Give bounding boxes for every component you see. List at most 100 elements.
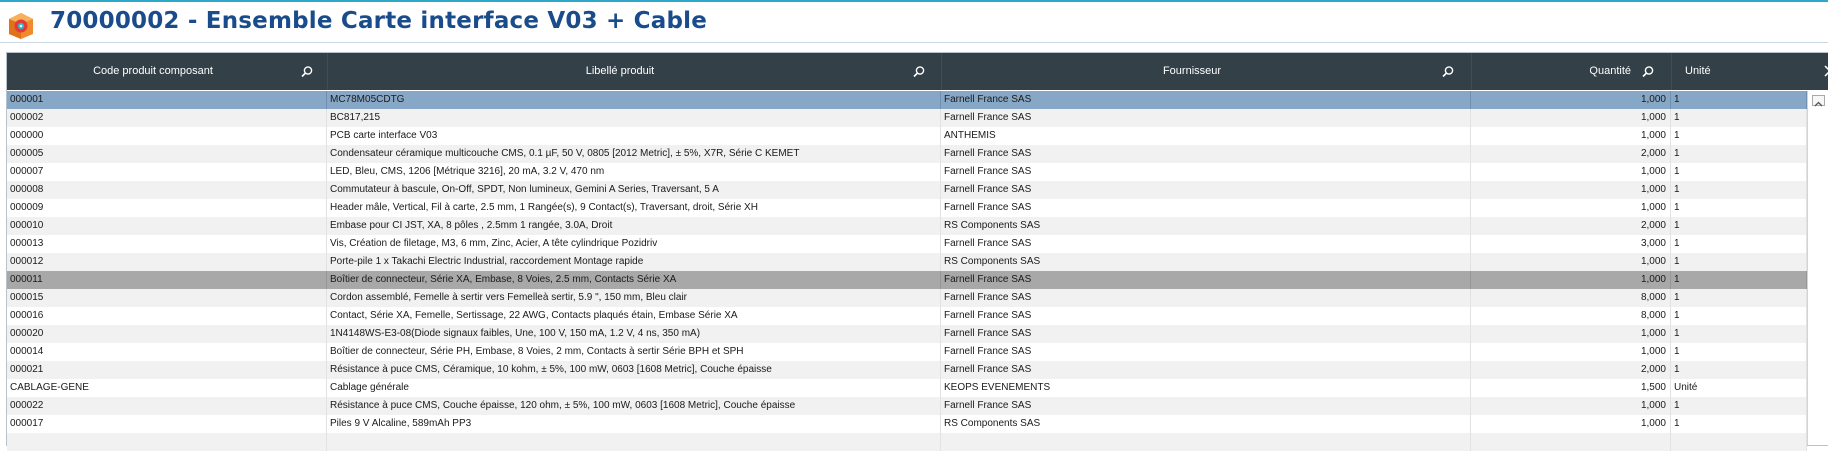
cell-fournisseur: Farnell France SAS — [941, 235, 1471, 253]
cell-unite: 1 — [1671, 271, 1807, 289]
table-row[interactable]: 000016 Contact, Série XA, Femelle, Sertis… — [7, 307, 1807, 325]
table-row[interactable]: CABLAGE-GENE Cablage générale KEOPS EVENEM… — [7, 379, 1807, 397]
cell-code: 000022 — [7, 397, 327, 415]
table-row[interactable]: 000010 Embase pour CI JST, XA, 8 pôles , … — [7, 217, 1807, 235]
table-row[interactable]: 000007 LED, Bleu, CMS, 1206 [Métrique 321… — [7, 163, 1807, 181]
cell-libelle: Header mâle, Vertical, Fil à carte, 2.5 … — [327, 199, 941, 217]
cell-quantite: 1,000 — [1471, 415, 1671, 433]
cell-code: 000012 — [7, 253, 327, 271]
cell-libelle: Vis, Création de filetage, M3, 6 mm, Zin… — [327, 235, 941, 253]
cell-quantite: 1,000 — [1471, 271, 1671, 289]
cell-libelle: Piles 9 V Alcaline, 589mAh PP3 — [327, 415, 941, 433]
cell-libelle: Porte-pile 1 x Takachi Electric Industri… — [327, 253, 941, 271]
table-row[interactable]: 000011 Boîtier de connecteur, Série XA, E… — [7, 271, 1807, 289]
components-grid: Code produit composant Libellé produit F… — [6, 52, 1828, 451]
scroll-up-icon[interactable] — [1812, 95, 1825, 107]
cell-quantite: 1,500 — [1471, 379, 1671, 397]
cell-quantite: 1,000 — [1471, 343, 1671, 361]
cell-unite: 1 — [1671, 415, 1807, 433]
search-icon[interactable] — [1641, 65, 1655, 79]
cell-fournisseur: Farnell France SAS — [941, 91, 1471, 109]
cell-fournisseur: Farnell France SAS — [941, 109, 1471, 127]
search-icon[interactable] — [912, 65, 926, 79]
cell-unite: Unité — [1671, 379, 1807, 397]
table-row[interactable]: 000022 Résistance à puce CMS, Couche épai… — [7, 397, 1807, 415]
grid-header: Code produit composant Libellé produit F… — [7, 53, 1828, 90]
cell-code: 000021 — [7, 361, 327, 379]
cell-fournisseur: Farnell France SAS — [941, 163, 1471, 181]
table-row[interactable]: 000020 1N4148WS-E3-08(Diode signaux faibl… — [7, 325, 1807, 343]
cell-quantite: 1,000 — [1471, 91, 1671, 109]
column-label: Quantité — [1589, 65, 1631, 77]
cell-fournisseur: ANTHEMIS — [941, 127, 1471, 145]
page-title: 70000002 - Ensemble Carte interface V03 … — [50, 8, 708, 34]
cell-code — [7, 433, 327, 451]
table-row[interactable]: 000008 Commutateur à bascule, On-Off, SPD… — [7, 181, 1807, 199]
table-row[interactable]: 000013 Vis, Création de filetage, M3, 6 m… — [7, 235, 1807, 253]
column-label: Libellé produit — [585, 65, 655, 77]
column-header-unite[interactable]: Unité — [1671, 53, 1828, 90]
cell-quantite: 1,000 — [1471, 127, 1671, 145]
column-label: Unité — [1685, 65, 1711, 77]
cell-libelle: Résistance à puce CMS, Céramique, 10 koh… — [327, 361, 941, 379]
cell-quantite — [1471, 433, 1671, 451]
cell-unite: 1 — [1671, 181, 1807, 199]
cell-unite: 1 — [1671, 127, 1807, 145]
column-label: Fournisseur — [1162, 65, 1222, 77]
cell-libelle: PCB carte interface V03 — [327, 127, 941, 145]
chevron-right-icon[interactable] — [1823, 65, 1828, 77]
cell-libelle: Résistance à puce CMS, Couche épaisse, 1… — [327, 397, 941, 415]
title-bar: 70000002 - Ensemble Carte interface V03 … — [0, 2, 1828, 44]
cell-fournisseur: RS Components SAS — [941, 217, 1471, 235]
column-header-quantite[interactable]: Quantité — [1471, 53, 1672, 90]
cell-code: 000020 — [7, 325, 327, 343]
cell-quantite: 1,000 — [1471, 199, 1671, 217]
table-row[interactable]: 000001 MC78M05CDTG Farnell France SAS 1,000… — [7, 91, 1807, 109]
cell-libelle: MC78M05CDTG — [327, 91, 941, 109]
cell-code: 000016 — [7, 307, 327, 325]
cell-code: 000017 — [7, 415, 327, 433]
cell-unite: 1 — [1671, 325, 1807, 343]
search-icon[interactable] — [300, 65, 314, 79]
cell-fournisseur: Farnell France SAS — [941, 199, 1471, 217]
vertical-scrollbar[interactable] — [1807, 91, 1828, 445]
cell-unite: 1 — [1671, 361, 1807, 379]
table-row[interactable]: 000009 Header mâle, Vertical, Fil à carte… — [7, 199, 1807, 217]
cell-code: 000013 — [7, 235, 327, 253]
table-row[interactable]: 000021 Résistance à puce CMS, Céramique, … — [7, 361, 1807, 379]
cell-code: 000015 — [7, 289, 327, 307]
table-row[interactable]: 000005 Condensateur céramique multicouche… — [7, 145, 1807, 163]
cell-unite: 1 — [1671, 397, 1807, 415]
cell-quantite: 3,000 — [1471, 235, 1671, 253]
table-row[interactable]: 000017 Piles 9 V Alcaline, 589mAh PP3 RS C… — [7, 415, 1807, 433]
table-row[interactable]: 000000 PCB carte interface V03 ANTHEMIS 1,0… — [7, 127, 1807, 145]
cell-libelle: Contact, Série XA, Femelle, Sertissage, … — [327, 307, 941, 325]
table-row[interactable]: 000015 Cordon assemblé, Femelle à sertir … — [7, 289, 1807, 307]
cell-fournisseur: Farnell France SAS — [941, 325, 1471, 343]
cell-code: 000009 — [7, 199, 327, 217]
cell-quantite: 2,000 — [1471, 217, 1671, 235]
cell-unite: 1 — [1671, 235, 1807, 253]
column-header-code[interactable]: Code produit composant — [7, 53, 328, 90]
cell-code: 000001 — [7, 91, 327, 109]
cell-code: 000002 — [7, 109, 327, 127]
cell-libelle: Cablage générale — [327, 379, 941, 397]
table-row[interactable] — [7, 433, 1807, 451]
search-icon[interactable] — [1441, 65, 1455, 79]
column-header-fournisseur[interactable]: Fournisseur — [941, 53, 1472, 90]
cell-unite: 1 — [1671, 109, 1807, 127]
table-row[interactable]: 000012 Porte-pile 1 x Takachi Electric In… — [7, 253, 1807, 271]
cell-quantite: 1,000 — [1471, 253, 1671, 271]
cell-quantite: 1,000 — [1471, 325, 1671, 343]
cell-fournisseur: Farnell France SAS — [941, 397, 1471, 415]
column-header-libelle[interactable]: Libellé produit — [327, 53, 942, 90]
cell-quantite: 1,000 — [1471, 163, 1671, 181]
cell-fournisseur: RS Components SAS — [941, 253, 1471, 271]
cell-fournisseur: Farnell France SAS — [941, 361, 1471, 379]
cell-libelle: Condensateur céramique multicouche CMS, … — [327, 145, 941, 163]
cell-libelle: 1N4148WS-E3-08(Diode signaux faibles, Un… — [327, 325, 941, 343]
cell-code: 000010 — [7, 217, 327, 235]
table-row[interactable]: 000014 Boîtier de connecteur, Série PH, E… — [7, 343, 1807, 361]
table-row[interactable]: 000002 BC817,215 Farnell France SAS 1,000 1 — [7, 109, 1807, 127]
cell-quantite: 2,000 — [1471, 361, 1671, 379]
